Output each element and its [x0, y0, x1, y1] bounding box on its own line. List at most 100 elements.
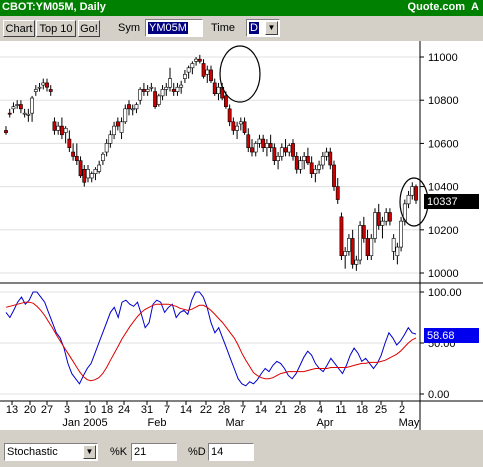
window-title: CBOT:YM05M, Daily: [2, 1, 106, 13]
stoch-k-line: [5, 291, 417, 387]
candle: [250, 139, 254, 157]
chart-button[interactable]: Chart: [3, 20, 35, 37]
candle: [235, 121, 239, 140]
price-tick-label: 10400: [428, 182, 459, 194]
candle: [108, 130, 113, 148]
candle-body: [406, 194, 411, 205]
candle-body: [332, 164, 336, 187]
candle: [257, 134, 262, 148]
x-day-label: 28: [218, 404, 230, 416]
candle-body: [190, 63, 195, 69]
k-period-input[interactable]: 21: [131, 443, 177, 461]
candle: [335, 177, 340, 204]
candle: [268, 134, 273, 153]
chevron-down-icon[interactable]: ▼: [83, 445, 96, 459]
symbol-input[interactable]: YM05M: [145, 19, 203, 37]
candle-body: [89, 173, 94, 179]
indicator-select[interactable]: Stochastic ▼: [4, 443, 98, 461]
candle-body: [238, 121, 243, 125]
candle-body: [309, 162, 314, 174]
candle-body: [399, 220, 403, 248]
candle-body: [134, 104, 139, 110]
candle: [272, 143, 277, 165]
candle-body: [138, 89, 143, 101]
time-value: D: [249, 22, 259, 34]
candle-body: [175, 86, 180, 92]
price-tick-label: 10800: [428, 95, 459, 107]
candle-body: [168, 78, 172, 88]
go-button[interactable]: Go!: [78, 20, 100, 37]
candle-body: [261, 138, 266, 149]
candle-body: [227, 108, 232, 123]
candle: [86, 165, 90, 183]
candle-body: [302, 156, 307, 161]
candle: [26, 108, 31, 122]
candle-body: [246, 134, 251, 149]
d-period-input[interactable]: 14: [208, 443, 254, 461]
chart-svg[interactable]: 110001080010600104001020010000 10337 100…: [0, 41, 483, 430]
candle-body: [294, 156, 299, 170]
candle: [194, 57, 198, 66]
price-axis: 11000 10800 10600 10400 10200 10000: [420, 52, 459, 280]
x-day-label: 4: [317, 404, 323, 416]
chart-area[interactable]: 11000 10800 10600 10400 10200 10000 10337 100…: [0, 41, 483, 430]
chevron-down-icon[interactable]: ▼: [265, 21, 278, 35]
price-tick-label: 10200: [428, 225, 459, 237]
candle-body: [361, 225, 366, 239]
candle-body: [313, 169, 318, 174]
top10-button[interactable]: Top 10: [36, 20, 76, 37]
price-gridlines: [0, 56, 420, 274]
last-price-label: 10337: [427, 196, 458, 208]
candle-body: [15, 104, 20, 106]
time-select[interactable]: D ▼: [246, 19, 280, 37]
candle: [231, 117, 236, 135]
x-day-label: 11: [335, 404, 346, 416]
candle: [145, 85, 150, 96]
price-candles: [4, 54, 418, 271]
candle: [216, 82, 221, 101]
last-stoch-label: 58.68: [427, 330, 455, 342]
candle-body: [123, 108, 128, 123]
candle: [171, 82, 176, 96]
candle: [30, 95, 34, 122]
stoch-axis: 100.0050.000.00: [420, 287, 462, 401]
candle: [384, 208, 389, 226]
candle: [160, 85, 165, 101]
candle: [60, 117, 64, 140]
candle-body: [67, 138, 72, 149]
brand-label: Quote.com: [407, 1, 465, 13]
x-day-label: 31: [141, 404, 153, 416]
x-month-label: Apr: [316, 417, 333, 429]
x-month-label: Feb: [148, 417, 167, 429]
x-day-label: 14: [180, 404, 192, 416]
x-day-label: 7: [240, 404, 246, 416]
candle-body: [388, 212, 392, 222]
candle-body: [257, 138, 262, 144]
candle-body: [93, 169, 98, 174]
candle-body: [265, 143, 269, 149]
candle-body: [205, 69, 210, 75]
candle: [183, 69, 187, 83]
x-day-label: 21: [275, 404, 287, 416]
candle-body: [298, 160, 303, 170]
k-label: %K: [110, 446, 128, 458]
candle-body: [104, 143, 109, 153]
candle-body: [276, 156, 280, 161]
candle: [67, 130, 72, 153]
candle-body: [306, 156, 310, 164]
candle-body: [22, 112, 27, 115]
candle: [283, 139, 288, 157]
indicator-bar: Stochastic ▼ %K 21 %D 14: [0, 440, 483, 467]
candle-body: [74, 156, 79, 161]
candle: [358, 221, 362, 265]
candle: [142, 82, 146, 96]
x-day-label: 13: [6, 404, 18, 416]
candle: [127, 100, 131, 116]
candle-body: [410, 186, 415, 196]
candle: [343, 247, 348, 269]
sym-label: Sym: [118, 22, 140, 34]
candle: [71, 143, 75, 161]
candle-body: [343, 251, 348, 257]
candle: [190, 61, 195, 75]
candle: [130, 104, 135, 116]
